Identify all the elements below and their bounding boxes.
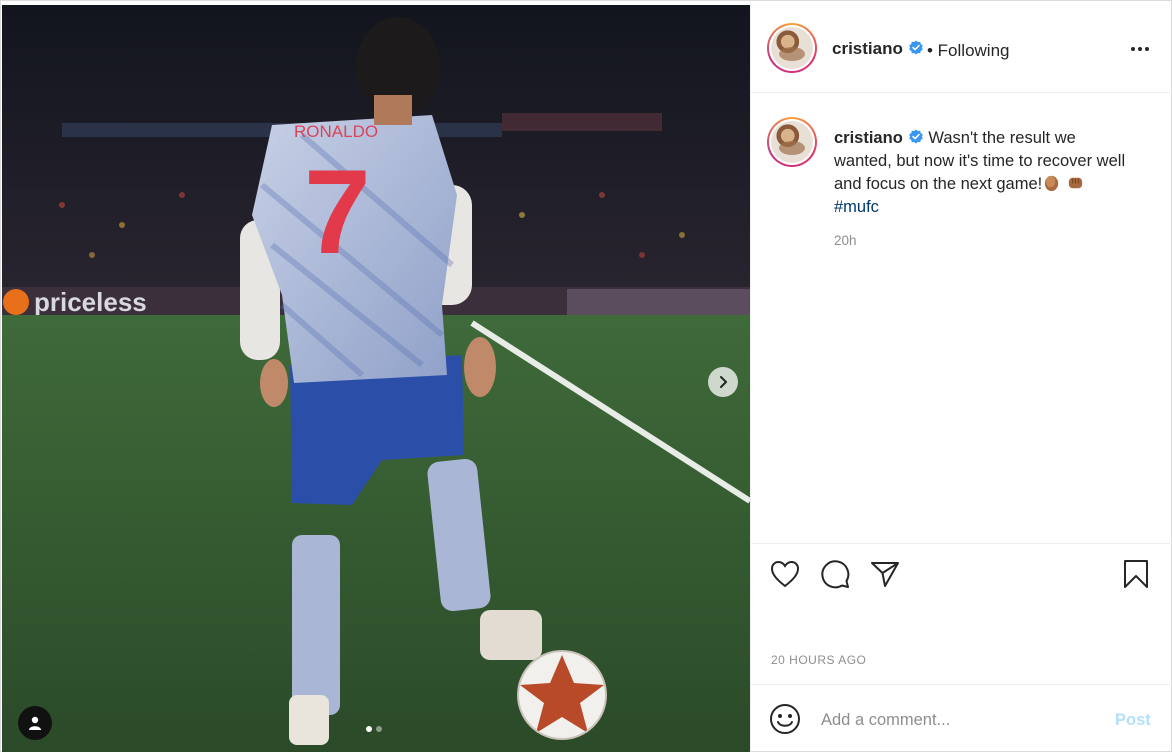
post-comment-button[interactable]: Post <box>1115 711 1151 730</box>
tagged-users-button[interactable] <box>18 706 52 740</box>
smiley-face-icon[interactable] <box>769 703 801 735</box>
post-actions <box>751 543 1172 603</box>
user-tag-icon <box>29 716 41 730</box>
post-date[interactable]: 20 HOURS AGO <box>771 653 866 667</box>
hashtag-link[interactable]: #mufc <box>834 198 879 216</box>
jersey-name: RONALDO <box>294 122 378 141</box>
clapping-hands-emoji-icon <box>1045 175 1059 192</box>
verified-badge-icon <box>908 129 923 144</box>
more-horizontal-icon <box>1131 47 1149 51</box>
comment-button[interactable] <box>819 558 851 590</box>
post-dialog: priceless RONALDO 7 cristiano • Followin… <box>0 0 1172 752</box>
more-options-button[interactable] <box>1127 39 1153 59</box>
comment-bubble-icon <box>821 560 850 589</box>
post-media: priceless RONALDO 7 <box>2 5 750 752</box>
post-caption: cristiano Wasn't the result we wanted, b… <box>751 93 1172 543</box>
caption-author-avatar[interactable] <box>767 117 817 167</box>
next-image-button[interactable] <box>708 367 738 397</box>
jersey-number: 7 <box>304 145 371 279</box>
like-button[interactable] <box>769 558 801 590</box>
bookmark-icon <box>1124 560 1148 588</box>
fist-emoji-icon <box>1068 177 1082 189</box>
post-side-panel: cristiano • Following cristiano Wasn't t… <box>750 1 1172 752</box>
comment-form: Post <box>751 684 1172 752</box>
author-username[interactable]: cristiano <box>832 39 903 58</box>
ad-board-text: priceless <box>34 287 147 317</box>
chevron-right-icon <box>720 376 727 388</box>
following-button[interactable]: • Following <box>927 41 1010 61</box>
paper-plane-icon <box>871 562 899 587</box>
carousel-indicator <box>366 726 382 732</box>
caption-timestamp[interactable]: 20h <box>834 233 857 248</box>
post-photo: priceless RONALDO 7 <box>2 5 750 752</box>
post-header: cristiano • Following <box>751 1 1172 93</box>
share-button[interactable] <box>869 558 901 590</box>
heart-icon <box>770 560 800 588</box>
caption-text: cristiano Wasn't the result we wanted, b… <box>834 127 1134 219</box>
carousel-dot-active <box>366 726 372 732</box>
verified-badge-icon <box>909 40 923 55</box>
caption-username[interactable]: cristiano <box>834 129 903 147</box>
comment-input[interactable] <box>821 707 1091 733</box>
carousel-dot <box>376 726 382 732</box>
save-button[interactable] <box>1120 558 1152 590</box>
author-avatar[interactable] <box>767 23 817 73</box>
